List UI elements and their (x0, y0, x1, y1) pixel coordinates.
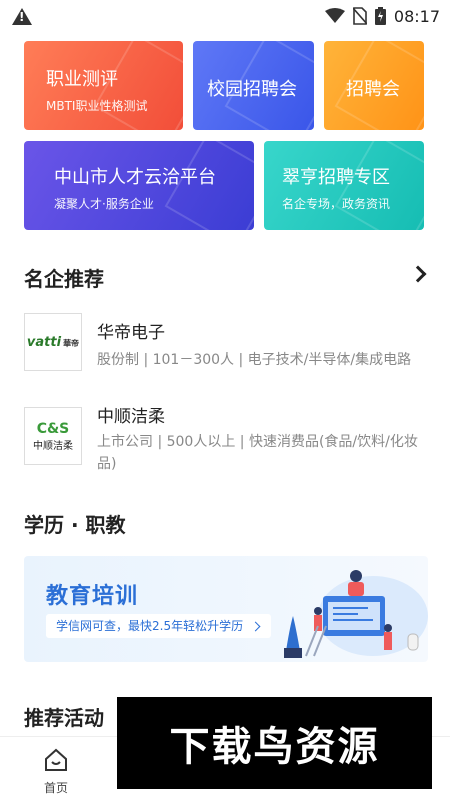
company-name: 中顺洁柔 (97, 407, 165, 427)
status-right: 08:17 (324, 6, 440, 26)
tile-career-assessment[interactable]: 职业测评 MBTI职业性格测试 (24, 41, 183, 130)
tile-career-assessment-title: 职业测评 (46, 69, 118, 90)
company-item-vatti[interactable]: vatti 華帝 华帝电子 股份制 | 101－300人 | 电子技术/半导体/集… (24, 312, 434, 374)
logo-vatti-text: vatti (26, 334, 62, 350)
tile-cuiheng-zone-title: 翠亨招聘专区 (282, 167, 390, 188)
activities-section-title: 推荐活动 (24, 706, 104, 730)
company-name: 华帝电子 (97, 323, 165, 343)
education-illustration (284, 570, 428, 658)
tile-job-fair-title: 招聘会 (346, 79, 400, 100)
warning-icon (12, 7, 32, 25)
company-meta: 上市公司 | 500人以上 | 快速消费品(食品/饮料/化妆品) (97, 434, 418, 472)
watermark-overlay: 下载鸟资源 (117, 697, 432, 789)
tile-job-fair[interactable]: 招聘会 (324, 41, 424, 130)
status-left (12, 7, 32, 25)
home-icon (45, 748, 67, 771)
education-section-title: 学历 · 职教 (24, 513, 126, 537)
education-banner[interactable]: 教育培训 学信网可查，最快2.5年轻松升学历 (24, 556, 428, 662)
tile-cuiheng-zone[interactable]: 翠亨招聘专区 名企专场，政务资讯 (264, 141, 424, 230)
company-item-cs[interactable]: C&S 中顺洁柔 中顺洁柔 上市公司 | 500人以上 | 快速消费品(食品/饮… (24, 405, 434, 477)
tile-talent-cloud-title: 中山市人才云洽平台 (54, 167, 216, 188)
company-logo-vatti: vatti 華帝 (24, 313, 82, 371)
tile-talent-cloud-subtitle: 凝聚人才·服务企业 (54, 197, 154, 211)
status-bar: 08:17 (0, 0, 450, 32)
company-meta: 股份制 | 101－300人 | 电子技术/半导体/集成电路 (97, 352, 412, 368)
logo-cs-cn: 中顺洁柔 (33, 440, 73, 452)
education-banner-title: 教育培训 (46, 584, 139, 609)
company-logo-cs: C&S 中顺洁柔 (24, 407, 82, 465)
wifi-icon (324, 8, 345, 23)
status-time: 08:17 (393, 6, 440, 26)
education-banner-subtitle: 学信网可查，最快2.5年轻松升学历 (46, 614, 272, 638)
famous-companies-title: 名企推荐 (24, 267, 104, 291)
nav-home-label: 首页 (43, 781, 68, 795)
logo-cs-text: C&S (36, 420, 70, 437)
tile-career-assessment-subtitle: MBTI职业性格测试 (46, 99, 148, 113)
tile-campus-fair-title: 校园招聘会 (207, 79, 297, 100)
battery-icon (374, 7, 386, 25)
tile-campus-fair[interactable]: 校园招聘会 (193, 41, 314, 130)
tile-cuiheng-zone-subtitle: 名企专场，政务资讯 (282, 197, 391, 211)
nav-home[interactable]: 首页 (0, 737, 112, 800)
watermark-text: 下载鸟资源 (169, 724, 380, 770)
logo-vatti-cn: 華帝 (63, 338, 80, 348)
chevron-right-icon[interactable] (409, 265, 427, 283)
tile-talent-cloud[interactable]: 中山市人才云洽平台 凝聚人才·服务企业 (24, 141, 254, 230)
no-sim-icon (352, 7, 367, 25)
